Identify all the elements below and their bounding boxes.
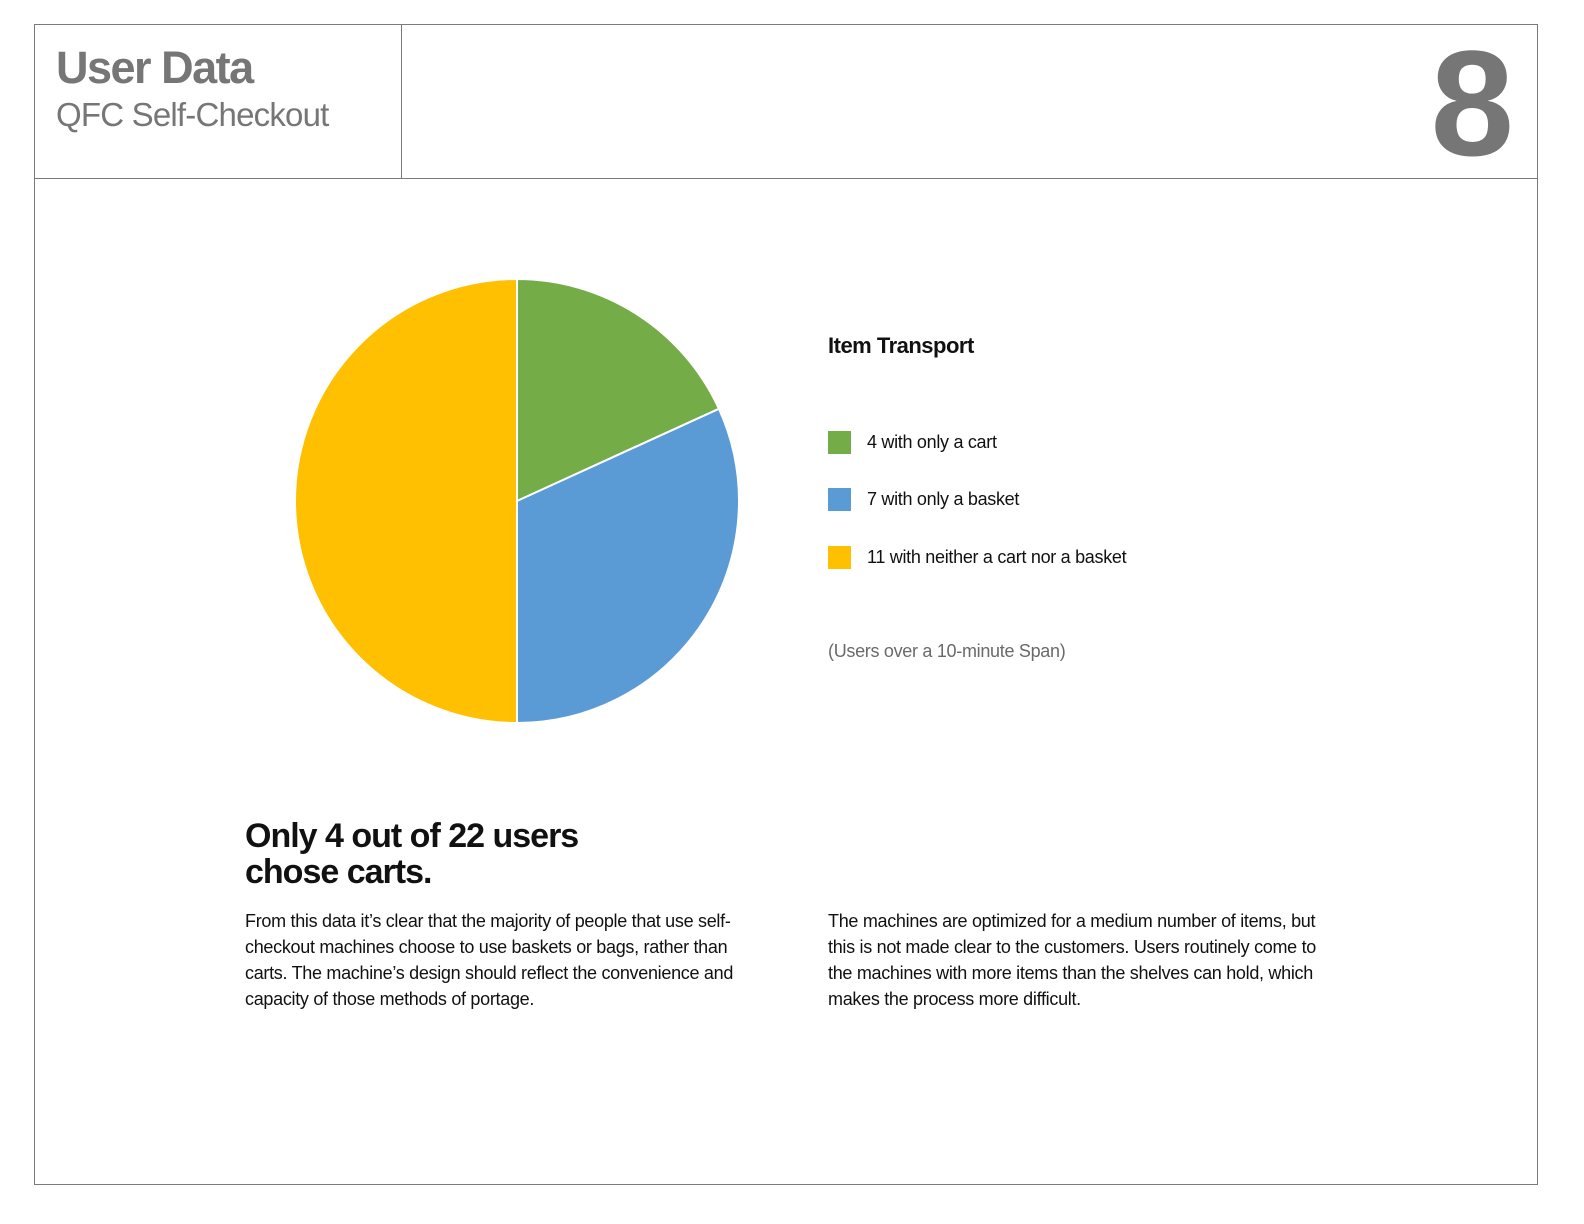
page-number: 8: [1430, 19, 1514, 187]
pie-slices: [294, 278, 740, 724]
legend-label-neither: 11 with neither a cart nor a basket: [867, 546, 1127, 567]
legend-label-basket: 7 with only a basket: [867, 488, 1020, 509]
legend-item-neither: 11 with neither a cart nor a basket: [828, 545, 1127, 569]
legend-swatch-basket: [828, 487, 851, 511]
page-title: User Data: [56, 42, 254, 93]
headline: Only 4 out of 22 users chose carts.: [245, 817, 579, 891]
legend-item-cart: 4 with only a cart: [828, 430, 997, 454]
paragraph-right: The machines are optimized for a medium …: [828, 911, 1317, 1009]
header-rule: [34, 178, 1538, 179]
legend-title: Item Transport: [828, 333, 974, 358]
legend-label-cart: 4 with only a cart: [867, 431, 997, 452]
header-divider: [401, 24, 402, 179]
chart-note: (Users over a 10-minute Span): [828, 641, 1066, 661]
legend-swatch-cart: [828, 430, 851, 454]
pie-slice-neither: [294, 278, 518, 724]
legend-swatch-neither: [828, 545, 851, 569]
paragraph-left: From this data it’s clear that the major…: [245, 911, 734, 1009]
legend-item-basket: 7 with only a basket: [828, 487, 1019, 511]
page-subtitle: QFC Self-Checkout: [56, 96, 329, 133]
pie-chart: [294, 278, 740, 724]
